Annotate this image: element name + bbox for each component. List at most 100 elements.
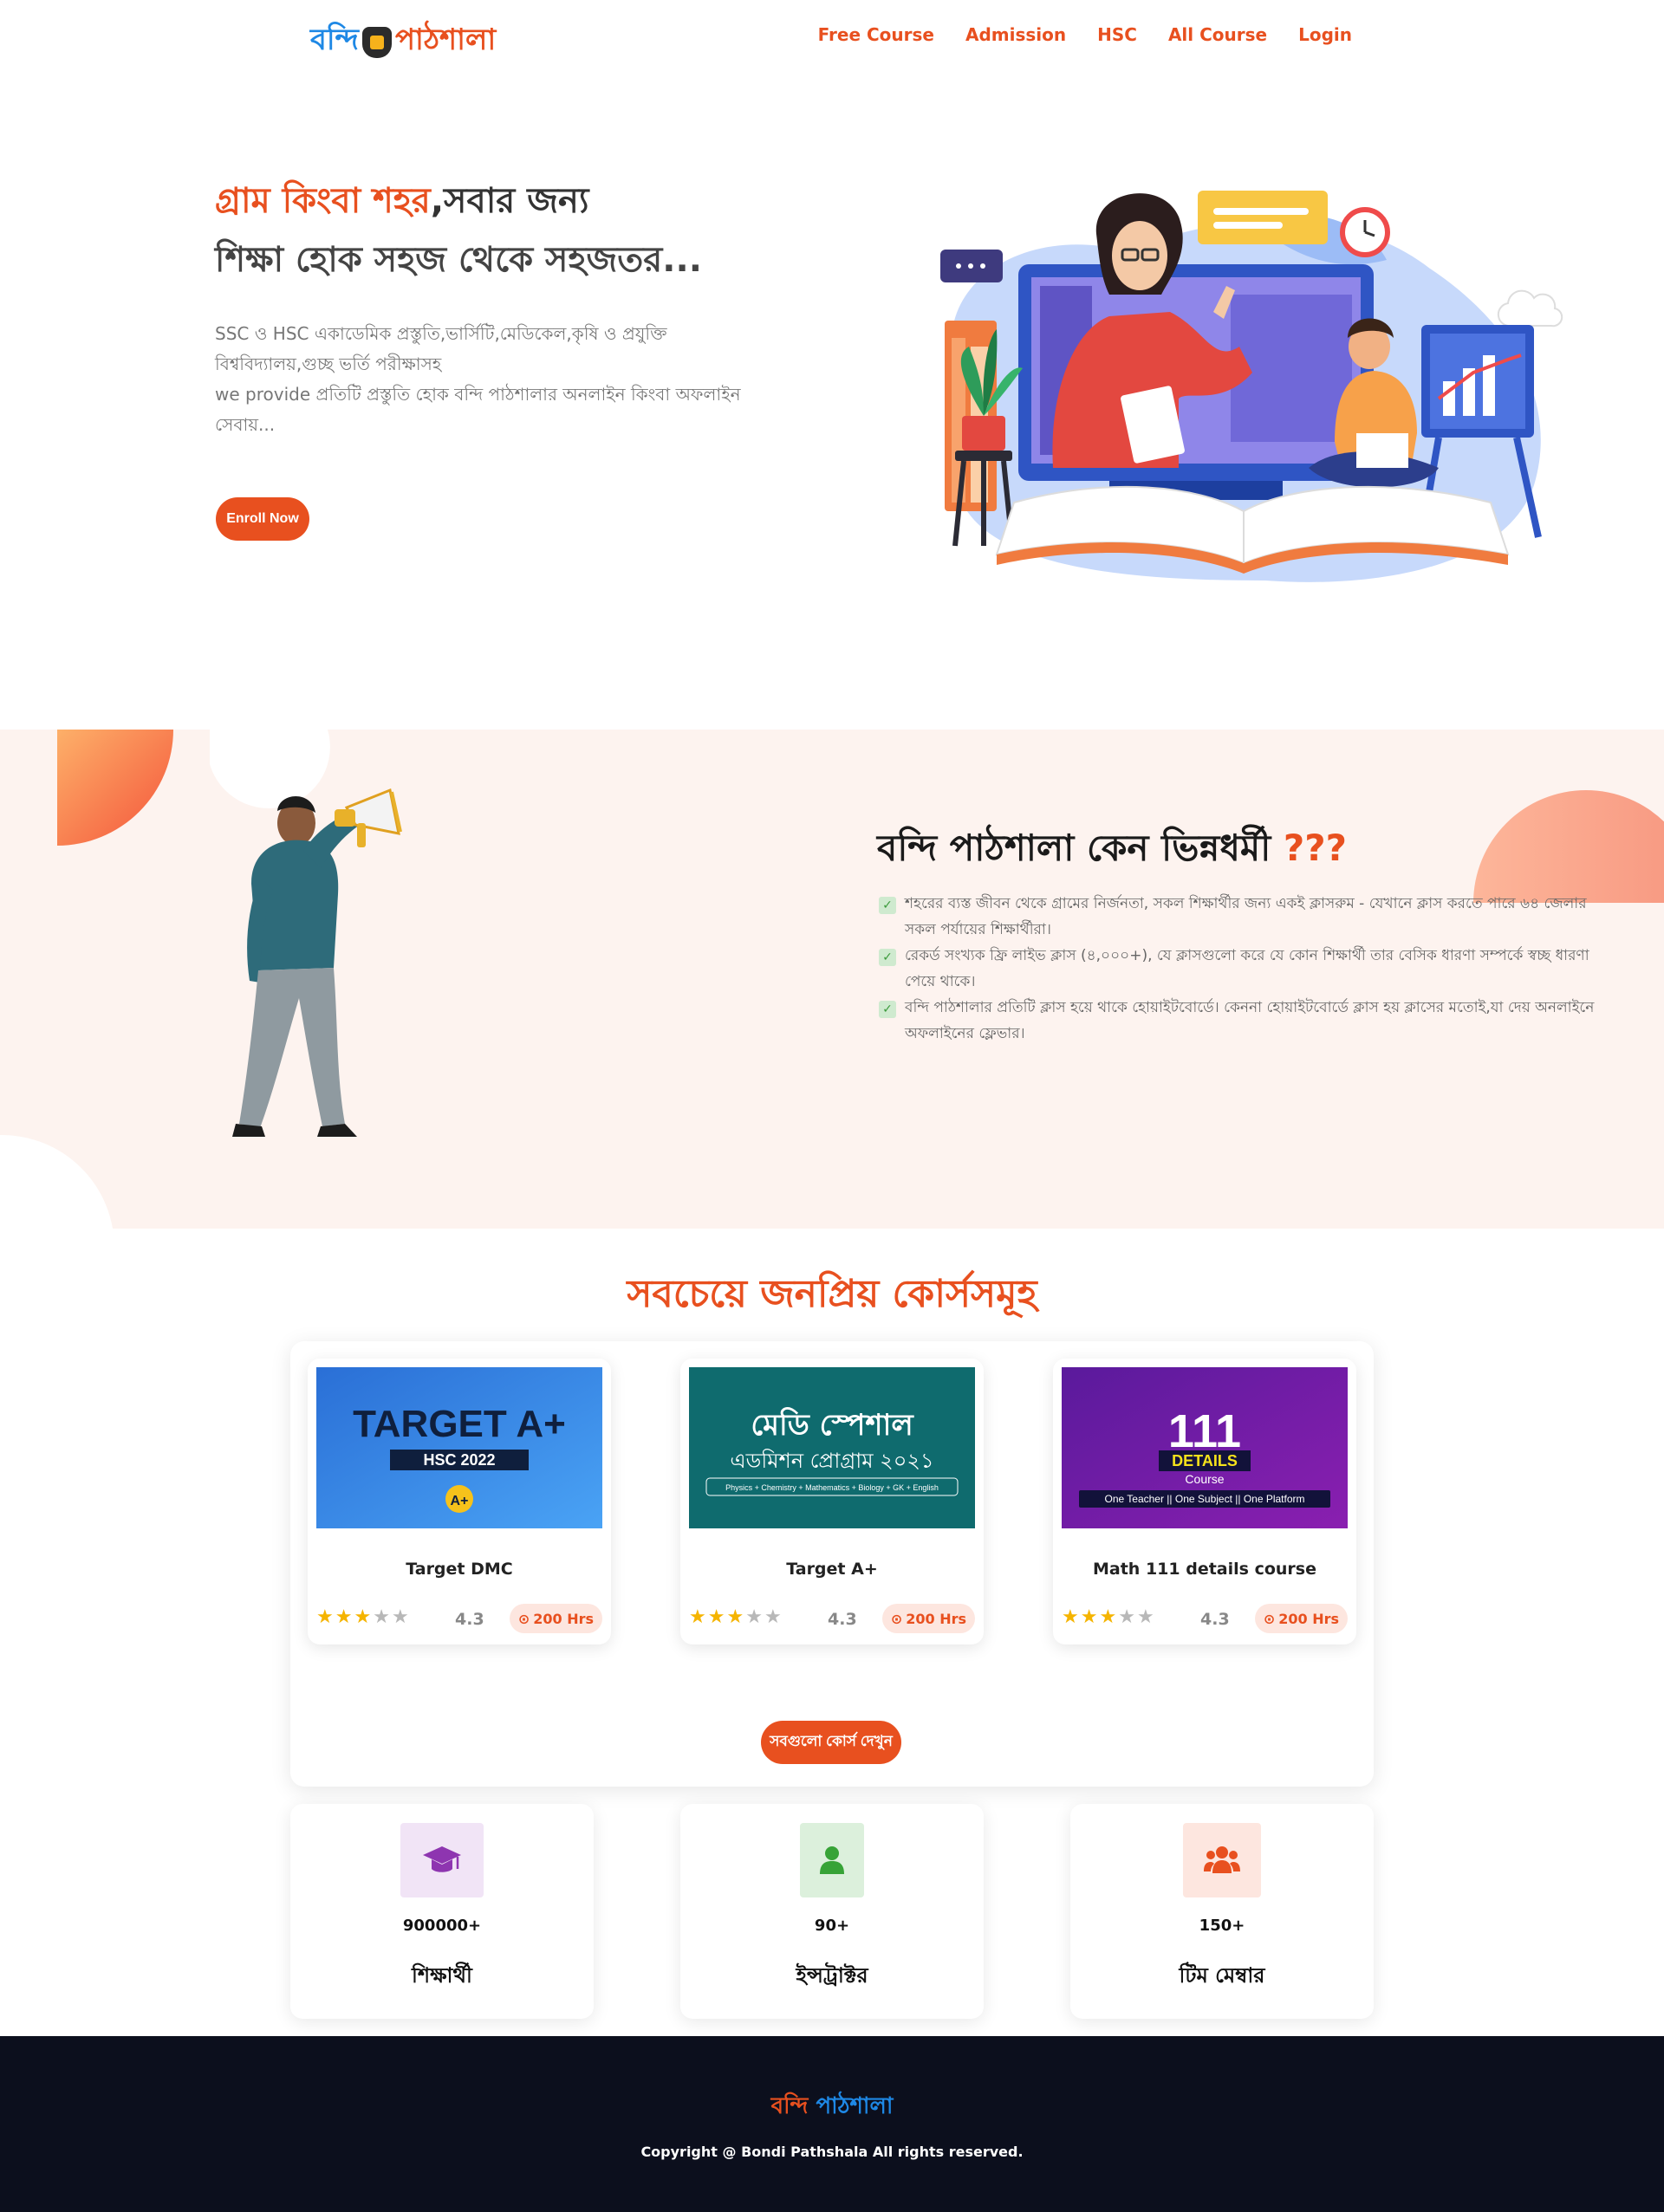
stat-icon-box [800, 1823, 864, 1897]
stat-label: শিক্ষার্থী [412, 1963, 472, 1988]
thumb-subtitle: DETAILS [1172, 1452, 1238, 1469]
footer-brand-part2: পাঠশালা [816, 2093, 894, 2119]
course-rating: 4.3 [828, 1610, 857, 1629]
popular-courses-panel: TARGET A+ HSC 2022 A+ Target DMC ★ ★ ★ ★ ★ 4… [290, 1341, 1374, 1787]
course-duration-badge: ⊙ 200 Hrs [881, 1604, 975, 1633]
enroll-now-button[interactable]: Enroll Now [216, 497, 309, 541]
why-title: বন্দি পাঠশালা কেন ভিন্নধর্মী ??? [877, 820, 1347, 881]
thumb-title: মেডি স্পেশাল [751, 1407, 914, 1443]
thumb-title: 111 [1168, 1405, 1241, 1457]
nav-hsc[interactable]: HSC [1097, 24, 1137, 45]
course-card[interactable]: TARGET A+ HSC 2022 A+ Target DMC ★ ★ ★ ★ ★ 4… [308, 1359, 611, 1644]
thumb-subtitle2: Course [1185, 1472, 1224, 1486]
star-filled-icon: ★ [335, 1606, 353, 1628]
users-icon [1204, 1846, 1240, 1873]
star-empty-icon: ★ [1136, 1606, 1154, 1628]
thumb-note: Physics + Chemistry + Mathematics + Biol… [725, 1483, 939, 1492]
star-filled-icon: ★ [1062, 1606, 1079, 1628]
footer-copyright: Copyright @ Bondi Pathshala All rights r… [640, 2144, 1024, 2160]
megaphone-man-illustration [0, 730, 402, 1229]
hero-desc-line: we provide প্রতিটি প্রস্তুতি হোক বন্দি প… [215, 384, 741, 405]
course-rating: 4.3 [1200, 1610, 1230, 1629]
star-empty-icon: ★ [745, 1606, 763, 1628]
stat-value: 90+ [814, 1917, 850, 1935]
clock-icon: ⊙ [517, 1610, 530, 1627]
course-name[interactable]: Math 111 details course [1053, 1560, 1356, 1579]
star-empty-icon: ★ [764, 1606, 782, 1628]
popular-courses-title: সবচেয়ে জনপ্রিয় কোর্সসমূহ [627, 1272, 1037, 1316]
why-different-section: বন্দি পাঠশালা কেন ভিন্নধর্মী ??? ✓ শহরের … [0, 730, 1664, 1229]
check-icon: ✓ [879, 949, 896, 966]
stat-value: 150+ [1199, 1917, 1245, 1935]
star-empty-icon: ★ [391, 1606, 409, 1628]
course-hours: 200 Hrs [906, 1610, 966, 1627]
stat-icon-box [400, 1823, 484, 1897]
logo-text-part2: পাঠশালা [394, 23, 497, 57]
hero-online-class-illustration [940, 191, 1563, 582]
user-icon [820, 1846, 844, 1874]
hero-title: গ্রাম কিংবা শহর,সবার জন্য [215, 173, 589, 231]
nav-admission[interactable]: Admission [965, 24, 1066, 45]
logo-emblem-icon [361, 26, 392, 58]
star-empty-icon: ★ [1118, 1606, 1135, 1628]
nav-login[interactable]: Login [1298, 24, 1352, 45]
hero-description: SSC ও HSC একাডেমিক প্রস্তুতি,ভার্সিটি,মে… [215, 319, 752, 440]
stat-card-team: 150+ টিম মেম্বার [1070, 1804, 1374, 2019]
hero-title-rest: ,সবার জন্য [430, 181, 589, 221]
why-feature-item: ✓ শহরের ব্যস্ত জীবন থেকে গ্রামের নির্জনতা… [877, 891, 1602, 943]
hero-desc-line: SSC ও HSC একাডেমিক প্রস্তুতি,ভার্সিটি,মে… [215, 323, 667, 344]
course-duration-badge: ⊙ 200 Hrs [1254, 1604, 1348, 1633]
site-footer: বন্দি পাঠশালা Copyright @ Bondi Pathshal… [0, 2036, 1664, 2212]
why-feature-text: শহরের ব্যস্ত জীবন থেকে গ্রামের নির্জনতা,… [905, 895, 1587, 938]
stat-card-instructors: 90+ ইন্সট্রাক্টর [680, 1804, 984, 2019]
why-feature-item: ✓ বন্দি পাঠশালার প্রতিটি ক্লাস হয়ে থাকে … [877, 995, 1602, 1047]
thumb-subtitle: HSC 2022 [423, 1451, 495, 1469]
course-hours: 200 Hrs [1278, 1610, 1339, 1627]
star-filled-icon: ★ [689, 1606, 706, 1628]
stat-label: ইন্সট্রাক্টর [796, 1963, 868, 1988]
stat-value: 900000+ [402, 1917, 482, 1935]
thumb-subtitle: এডমিশন প্রোগ্রাম ২০২১ [730, 1449, 933, 1473]
rating-stars: ★ ★ ★ ★ ★ [1062, 1606, 1154, 1628]
rating-stars: ★ ★ ★ ★ ★ [689, 1606, 782, 1628]
star-filled-icon: ★ [354, 1606, 372, 1628]
star-filled-icon: ★ [1080, 1606, 1098, 1628]
nav-all-course[interactable]: All Course [1168, 24, 1267, 45]
course-card[interactable]: 111 DETAILS Course One Teacher || One Su… [1053, 1359, 1356, 1644]
thumb-note: One Teacher || One Subject || One Platfo… [1104, 1493, 1304, 1505]
course-thumbnail[interactable]: মেডি স্পেশাল এডমিশন প্রোগ্রাম ২০২১ Physi… [689, 1367, 975, 1528]
course-name[interactable]: Target A+ [680, 1560, 984, 1579]
hero-subtitle: শিক্ষা হোক সহজ থেকে সহজতর... [215, 240, 702, 280]
course-hours: 200 Hrs [533, 1610, 594, 1627]
footer-brand[interactable]: বন্দি পাঠশালা [0, 2088, 1664, 2126]
thumb-mark: A+ [451, 1494, 469, 1508]
why-feature-text: রেকর্ড সংখ্যক ফ্রি লাইভ ক্লাস (৪,০০০+), … [905, 947, 1589, 990]
star-empty-icon: ★ [373, 1606, 390, 1628]
hero-desc-line: সেবায়... [215, 414, 276, 435]
rating-stars: ★ ★ ★ ★ ★ [316, 1606, 409, 1628]
footer-brand-part1: বন্দি [770, 2093, 809, 2119]
course-rating: 4.3 [455, 1610, 484, 1629]
clock-icon: ⊙ [890, 1610, 903, 1627]
star-filled-icon: ★ [726, 1606, 744, 1628]
stat-icon-box [1183, 1823, 1261, 1897]
stat-card-students: 900000+ শিক্ষার্থী [290, 1804, 594, 2019]
see-all-courses-button[interactable]: সবগুলো কোর্স দেখুন [761, 1721, 901, 1764]
star-filled-icon: ★ [707, 1606, 725, 1628]
main-menu: Free Course Admission HSC All Course Log… [818, 24, 1352, 45]
course-name[interactable]: Target DMC [308, 1560, 611, 1579]
graduation-cap-icon [423, 1846, 461, 1872]
clock-icon: ⊙ [1263, 1610, 1276, 1627]
stat-label: টিম মেম্বার [1179, 1963, 1265, 1988]
hero-title-highlight: গ্রাম কিংবা শহর [215, 181, 431, 221]
why-feature-list: ✓ শহরের ব্যস্ত জীবন থেকে গ্রামের নির্জনতা… [877, 891, 1602, 1047]
why-feature-text: বন্দি পাঠশালার প্রতিটি ক্লাস হয়ে থাকে হ… [905, 999, 1595, 1042]
course-card[interactable]: মেডি স্পেশাল এডমিশন প্রোগ্রাম ২০২১ Physi… [680, 1359, 984, 1644]
star-filled-icon: ★ [316, 1606, 334, 1628]
site-logo[interactable]: বন্দি পাঠশালা [310, 17, 496, 67]
nav-free-course[interactable]: Free Course [818, 24, 934, 45]
logo-text-part1: বন্দি [310, 23, 359, 57]
course-thumbnail[interactable]: TARGET A+ HSC 2022 A+ [316, 1367, 602, 1528]
why-title-text: বন্দি পাঠশালা কেন ভিন্নধর্মী [877, 827, 1271, 869]
course-thumbnail[interactable]: 111 DETAILS Course One Teacher || One Su… [1062, 1367, 1348, 1528]
